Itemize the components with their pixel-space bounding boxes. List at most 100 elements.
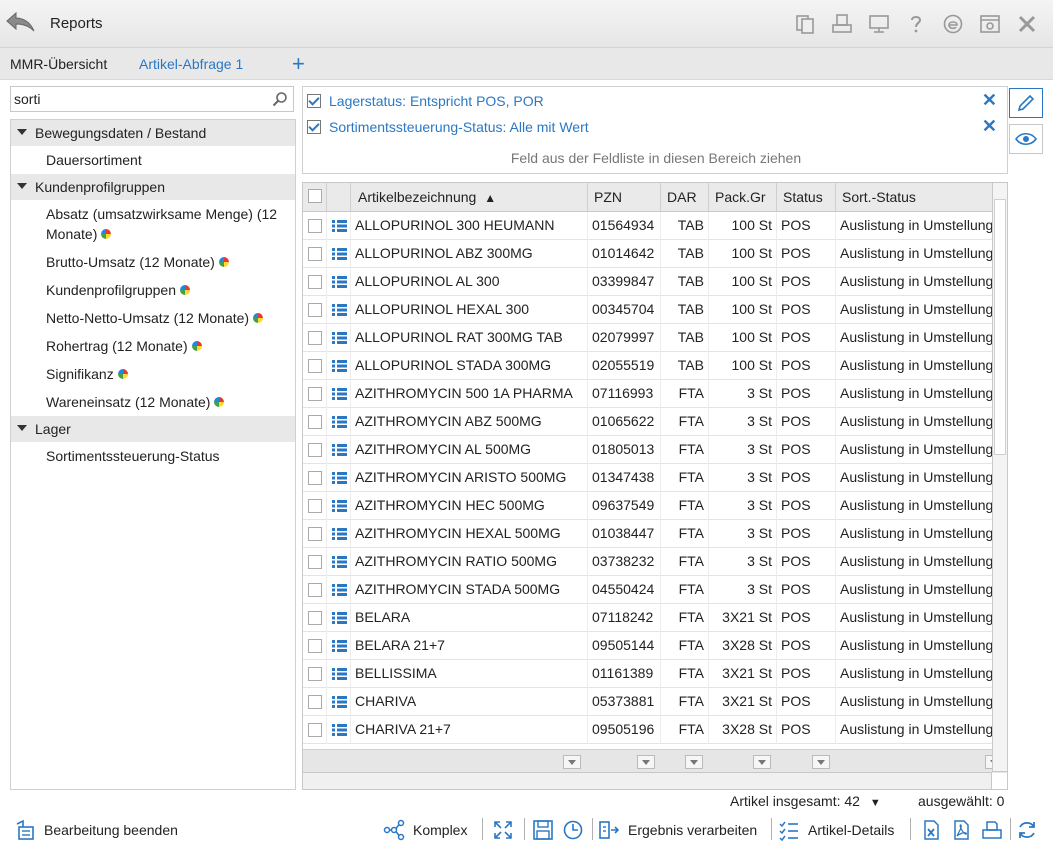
schedule-button[interactable]: [562, 817, 592, 843]
table-row[interactable]: ALLOPURINOL HEXAL 300 00345704 TAB 100 St PO…: [303, 296, 1007, 324]
list-details-icon[interactable]: [332, 220, 347, 232]
list-details-icon[interactable]: [332, 304, 347, 316]
export-pdf-button[interactable]: [950, 817, 980, 843]
list-details-icon[interactable]: [332, 248, 347, 260]
row-checkbox[interactable]: [308, 247, 322, 261]
filter-label-stock-status[interactable]: Lagerstatus: Entspricht POS, POR: [329, 93, 544, 109]
column-header-pack-size[interactable]: Pack.Gr: [709, 183, 777, 212]
select-all-checkbox[interactable]: [308, 189, 322, 203]
row-checkbox[interactable]: [308, 471, 322, 485]
table-row[interactable]: CHARIVA 05373881 FTA 3X21 St POS Auslistung i…: [303, 688, 1007, 716]
tree-group-movement-data[interactable]: Bewegungsdaten / Bestand: [11, 120, 295, 146]
tree-item-cost-of-goods[interactable]: Wareneinsatz (12 Monate): [11, 388, 295, 416]
list-details-icon[interactable]: [332, 556, 347, 568]
list-details-icon[interactable]: [332, 612, 347, 624]
tree-item-assortment-control-status[interactable]: Sortimentssteuerung-Status: [11, 442, 295, 470]
column-header-status[interactable]: Status: [777, 183, 836, 212]
end-edit-button[interactable]: Bearbeitung beenden: [14, 817, 178, 843]
tree-item-net-net-revenue[interactable]: Netto-Netto-Umsatz (12 Monate): [11, 304, 295, 332]
row-checkbox[interactable]: [308, 443, 322, 457]
filter-checkbox[interactable]: [307, 94, 321, 108]
row-checkbox[interactable]: [308, 415, 322, 429]
horizontal-scrollbar[interactable]: [302, 772, 992, 790]
column-header-article-name[interactable]: Artikelbezeichnung ▲: [351, 183, 588, 212]
filter-checkbox[interactable]: [307, 120, 321, 134]
row-checkbox[interactable]: [308, 667, 322, 681]
row-checkbox[interactable]: [308, 695, 322, 709]
search-icon[interactable]: [272, 91, 288, 107]
close-icon[interactable]: [1008, 10, 1045, 38]
row-checkbox[interactable]: [308, 639, 322, 653]
scrollbar-thumb[interactable]: [994, 199, 1006, 455]
collapse-caret-icon[interactable]: [17, 183, 27, 189]
list-details-icon[interactable]: [332, 444, 347, 456]
export-excel-button[interactable]: [920, 817, 950, 843]
tree-group-customer-profiles[interactable]: Kundenprofilgruppen: [11, 174, 295, 200]
table-row[interactable]: AZITHROMYCIN RATIO 500MG 03738232 FTA 3 St P…: [303, 548, 1007, 576]
list-details-icon[interactable]: [332, 416, 347, 428]
edit-button[interactable]: [1009, 88, 1043, 118]
table-row[interactable]: CHARIVA 21+7 09505196 FTA 3X28 St POS Auslist…: [303, 716, 1007, 744]
row-checkbox[interactable]: [308, 219, 322, 233]
filter-label-assortment-status[interactable]: Sortimentssteuerung-Status: Alle mit Wer…: [329, 119, 589, 135]
table-row[interactable]: ALLOPURINOL ABZ 300MG 01014642 TAB 100 St PO…: [303, 240, 1007, 268]
filter-dropdown-pack-size[interactable]: [753, 755, 771, 769]
explorer-icon[interactable]: [934, 10, 971, 38]
row-checkbox[interactable]: [308, 303, 322, 317]
row-checkbox[interactable]: [308, 499, 322, 513]
row-checkbox[interactable]: [308, 611, 322, 625]
list-details-icon[interactable]: [332, 360, 347, 372]
tab-article-query-1[interactable]: Artikel-Abfrage 1: [139, 56, 243, 72]
table-row[interactable]: AZITHROMYCIN 500 1A PHARMA 07116993 FTA 3 S…: [303, 380, 1007, 408]
remove-filter-icon[interactable]: ✕: [982, 116, 997, 137]
tree-item-gross-revenue[interactable]: Brutto-Umsatz (12 Monate): [11, 248, 295, 276]
row-checkbox[interactable]: [308, 723, 322, 737]
table-row[interactable]: BELARA 07118242 FTA 3X21 St POS Auslistung in…: [303, 604, 1007, 632]
save-button[interactable]: [532, 817, 562, 843]
filter-drop-area[interactable]: Lagerstatus: Entspricht POS, POR ✕ Sorti…: [302, 86, 1008, 174]
table-row[interactable]: ALLOPURINOL 300 HEUMANN 01564934 TAB 100 St…: [303, 212, 1007, 240]
chevron-down-icon[interactable]: ▼: [870, 797, 881, 809]
table-row[interactable]: BELARA 21+7 09505144 FTA 3X28 St POS Auslistu…: [303, 632, 1007, 660]
table-row[interactable]: AZITHROMYCIN AL 500MG 01805013 FTA 3 St POS A…: [303, 436, 1007, 464]
row-checkbox[interactable]: [308, 527, 322, 541]
complex-button[interactable]: Komplex: [383, 817, 467, 843]
column-header-dar[interactable]: DAR: [661, 183, 709, 212]
print-icon[interactable]: [823, 10, 860, 38]
filter-dropdown-status[interactable]: [812, 755, 830, 769]
table-row[interactable]: AZITHROMYCIN STADA 500MG 04550424 FTA 3 St P…: [303, 576, 1007, 604]
row-checkbox[interactable]: [308, 583, 322, 597]
filter-dropdown-pzn[interactable]: [637, 755, 655, 769]
list-details-icon[interactable]: [332, 528, 347, 540]
table-row[interactable]: ALLOPURINOL AL 300 03399847 TAB 100 St POS Au…: [303, 268, 1007, 296]
table-row[interactable]: AZITHROMYCIN HEC 500MG 09637549 FTA 3 St POS…: [303, 492, 1007, 520]
list-details-icon[interactable]: [332, 724, 347, 736]
tree-item-customer-profile-groups[interactable]: Kundenprofilgruppen: [11, 276, 295, 304]
tree-item-sales-quantity[interactable]: Absatz (umsatzwirksame Menge) (12 Monate…: [11, 200, 295, 248]
filter-dropdown-dar[interactable]: [685, 755, 703, 769]
row-checkbox[interactable]: [308, 275, 322, 289]
table-row[interactable]: BELLISSIMA 01161389 FTA 3X21 St POS Auslistun…: [303, 660, 1007, 688]
monitor-icon[interactable]: [860, 10, 897, 38]
collapse-caret-icon[interactable]: [17, 425, 27, 431]
list-details-icon[interactable]: [332, 696, 347, 708]
help-icon[interactable]: [897, 10, 934, 38]
row-checkbox[interactable]: [308, 331, 322, 345]
add-tab-button[interactable]: +: [292, 51, 305, 77]
column-header-pzn[interactable]: PZN: [588, 183, 661, 212]
preview-button[interactable]: [1009, 124, 1043, 154]
remove-filter-icon[interactable]: ✕: [982, 90, 997, 111]
tree-item-significance[interactable]: Signifikanz: [11, 360, 295, 388]
table-row[interactable]: ALLOPURINOL STADA 300MG 02055519 TAB 100 St…: [303, 352, 1007, 380]
article-details-button[interactable]: Artikel-Details: [778, 817, 894, 843]
table-row[interactable]: AZITHROMYCIN ABZ 500MG 01065622 FTA 3 St POS…: [303, 408, 1007, 436]
table-row[interactable]: AZITHROMYCIN HEXAL 500MG 01038447 FTA 3 St P…: [303, 520, 1007, 548]
process-result-button[interactable]: Ergebnis verarbeiten: [598, 817, 757, 843]
list-details-icon[interactable]: [332, 276, 347, 288]
list-details-icon[interactable]: [332, 584, 347, 596]
row-checkbox[interactable]: [308, 555, 322, 569]
list-details-icon[interactable]: [332, 668, 347, 680]
back-arrow-icon[interactable]: [4, 9, 38, 37]
list-details-icon[interactable]: [332, 472, 347, 484]
vertical-scrollbar[interactable]: [992, 182, 1008, 772]
